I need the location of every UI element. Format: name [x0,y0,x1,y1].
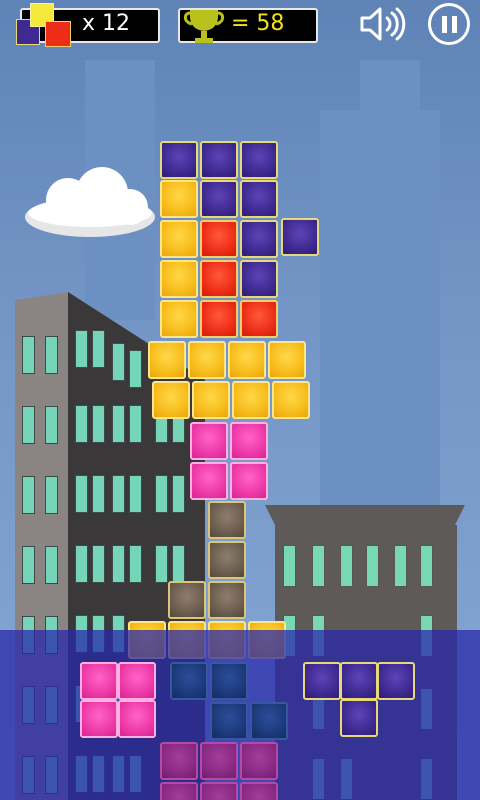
block-tile [240,742,278,780]
block-tile [80,700,118,738]
trophy-icon [183,10,225,43]
block-tile [281,218,319,256]
cloud [25,167,155,237]
block-tile [168,581,206,619]
block-tile [240,782,278,800]
block-tile [80,662,118,700]
block-tile [208,501,246,539]
score-value: = 58 [231,11,285,36]
block-tile [160,782,198,800]
block-tile [160,180,198,218]
blocks-remaining-count: x 12 [82,11,131,36]
block-tile [118,700,156,738]
block-tile [240,300,278,338]
block-tile [210,662,248,700]
block-tile [200,180,238,218]
block-tile [303,662,341,700]
block-tile [340,699,378,737]
block-tile [272,381,310,419]
piece-option-pink-square[interactable] [80,662,156,738]
block-tile [192,381,230,419]
block-tile [188,341,226,379]
block-tile [200,220,238,258]
block-tile [190,422,228,460]
block-tile [190,462,228,500]
block-tile [230,422,268,460]
block-tile [230,462,268,500]
block-tile [200,742,238,780]
block-tile [160,742,198,780]
block-tile [208,541,246,579]
pause-icon [442,16,458,33]
block-tile [377,662,415,700]
block-tile [240,180,278,218]
block-tile [208,581,246,619]
block-tile [200,260,238,298]
block-tile [160,300,198,338]
block-tile [240,220,278,258]
block-tile [232,381,270,419]
speaker-icon[interactable] [358,4,410,44]
block-tile [148,341,186,379]
block-tile [152,381,190,419]
game-scene: x 12 = 58 [0,0,480,800]
blocks-icon [14,3,72,49]
block-tile [200,782,238,800]
block-tile [240,141,278,179]
piece-option-purple-t[interactable] [303,662,415,738]
block-tile [160,220,198,258]
block-tile [200,141,238,179]
block-tile [210,702,248,740]
block-tile [228,341,266,379]
pause-button[interactable] [428,3,470,45]
block-tile [340,662,378,700]
block-tile [160,260,198,298]
block-tile [170,662,208,700]
block-tile [160,141,198,179]
block-tile [240,260,278,298]
block-tile [200,300,238,338]
block-tile [268,341,306,379]
block-tile [250,702,288,740]
block-tile [118,662,156,700]
